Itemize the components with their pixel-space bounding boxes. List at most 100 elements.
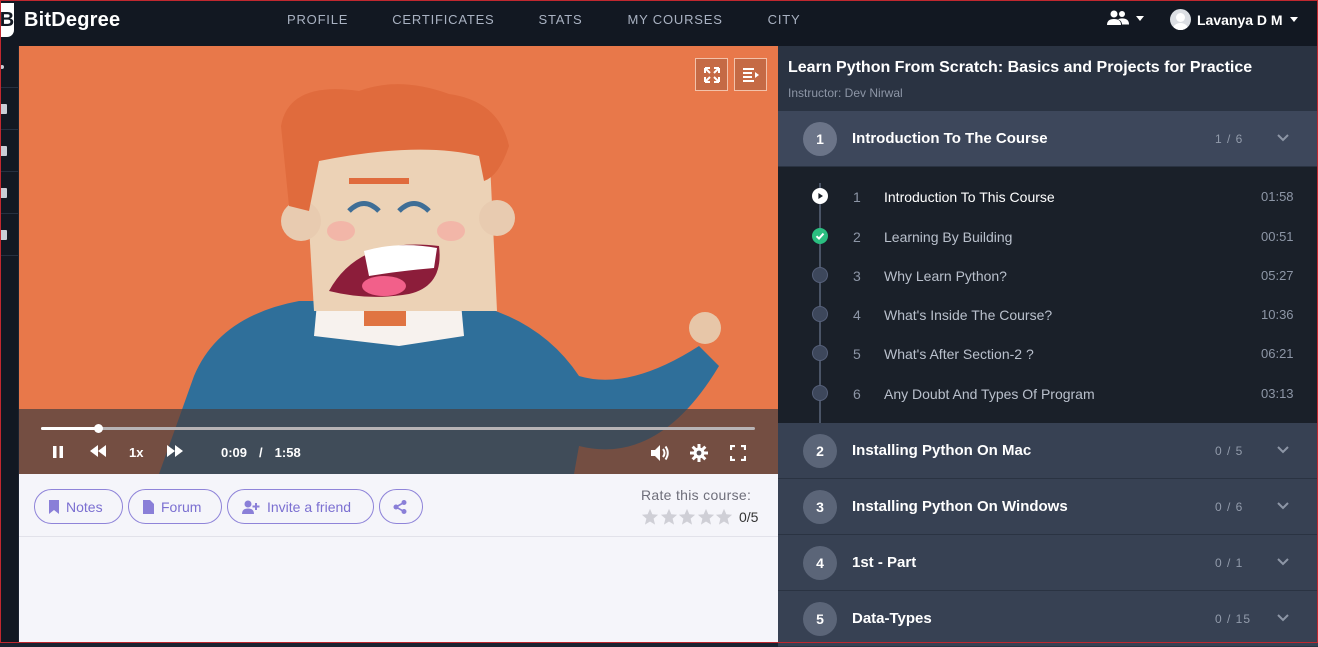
section-1[interactable]: 1 Introduction To The Course 1 / 6 — [778, 111, 1318, 167]
settings-button[interactable] — [690, 444, 708, 462]
rail-item-chat[interactable] — [0, 214, 18, 256]
invite-friend-button[interactable]: Invite a friend — [227, 489, 374, 524]
rate-label: Rate this course: — [641, 487, 752, 503]
forum-button[interactable]: Forum — [128, 489, 222, 524]
lesson-number: 6 — [853, 386, 861, 402]
rail-item-share[interactable] — [0, 172, 18, 214]
instructor: Instructor: Dev Nirwal — [788, 86, 903, 100]
friends-menu-button[interactable] — [1107, 10, 1144, 26]
current-time: 0:09 — [221, 445, 248, 460]
duration: 1:58 — [274, 445, 301, 460]
section-number: 4 — [803, 546, 837, 580]
section-number: 2 — [803, 434, 837, 468]
forward-button[interactable] — [167, 445, 183, 457]
time-display: 0:09 / 1:58 — [221, 445, 301, 460]
section-progress: 1 / 6 — [1215, 132, 1244, 146]
lesson-number: 4 — [853, 307, 861, 323]
lesson-item[interactable]: 4 What's Inside The Course? 10:36 — [778, 295, 1318, 334]
chevron-down-icon — [1289, 17, 1298, 22]
lesson-item[interactable]: 1 Introduction To This Course 01:58 — [778, 177, 1318, 216]
lesson-item[interactable]: 3 Why Learn Python? 05:27 — [778, 256, 1318, 295]
chevron-down-icon[interactable] — [1276, 555, 1290, 569]
course-title: Learn Python From Scratch: Basics and Pr… — [788, 59, 1253, 76]
lesson-number: 2 — [853, 229, 861, 245]
section-4[interactable]: 4 1st - Part 0 / 1 — [778, 535, 1318, 591]
nav-city[interactable]: CITY — [768, 12, 801, 27]
play-icon — [812, 188, 828, 204]
brand-name: BitDegree — [24, 8, 121, 31]
lesson-duration: 03:13 — [1261, 386, 1294, 401]
progress-bar[interactable] — [41, 424, 755, 433]
star-icon[interactable] — [715, 508, 733, 526]
chevron-down-icon[interactable] — [1276, 443, 1290, 457]
volume-button[interactable] — [650, 444, 670, 462]
lesson-duration: 00:51 — [1261, 229, 1294, 244]
user-menu[interactable]: Lavanya D M — [1170, 9, 1298, 30]
section-2[interactable]: 2 Installing Python On Mac 0 / 5 — [778, 423, 1318, 479]
status-dot-icon — [812, 267, 828, 283]
status-dot-icon — [812, 345, 828, 361]
rail-item-book[interactable] — [0, 88, 18, 130]
fast-forward-icon — [167, 445, 183, 457]
lesson-title: Why Learn Python? — [884, 268, 1007, 284]
lesson-title: Any Doubt And Types Of Program — [884, 386, 1095, 402]
chevron-down-icon[interactable] — [1276, 611, 1290, 625]
chevron-down-icon[interactable] — [1276, 499, 1290, 513]
chevron-down-icon[interactable] — [1276, 131, 1290, 145]
lesson-duration: 10:36 — [1261, 307, 1294, 322]
course-actions-bar: Notes Forum Invite a friend Rate this co… — [19, 474, 778, 643]
notes-button[interactable]: Notes — [34, 489, 123, 524]
nav-certificates[interactable]: CERTIFICATES — [392, 12, 494, 27]
invite-label: Invite a friend — [267, 498, 352, 515]
lesson-item[interactable]: 5 What's After Section-2 ? 06:21 — [778, 334, 1318, 373]
lesson-title: What's Inside The Course? — [884, 307, 1053, 323]
share-icon — [393, 499, 407, 514]
speed-button[interactable]: 1x — [129, 445, 143, 460]
section-title: Installing Python On Mac — [852, 442, 1032, 459]
star-rating[interactable]: 0/5 — [641, 508, 758, 526]
lesson-duration: 01:58 — [1261, 189, 1294, 204]
section-progress: 0 / 1 — [1215, 556, 1244, 570]
award-icon — [0, 145, 7, 156]
rail-item-award[interactable] — [0, 130, 18, 172]
star-icon[interactable] — [678, 508, 696, 526]
star-icon[interactable] — [641, 508, 659, 526]
star-icon[interactable] — [697, 508, 715, 526]
lesson-duration: 05:27 — [1261, 268, 1294, 283]
progress-handle[interactable] — [94, 424, 104, 433]
time-separator: / — [259, 445, 263, 460]
logo-shield-icon: B — [0, 3, 14, 37]
share-button[interactable] — [379, 489, 423, 524]
section-title: Introduction To The Course — [852, 130, 1048, 147]
left-rail — [0, 46, 18, 643]
lesson-item[interactable]: 2 Learning By Building 00:51 — [778, 217, 1318, 256]
lesson-item[interactable]: 6 Any Doubt And Types Of Program 03:13 — [778, 374, 1318, 413]
pause-button[interactable] — [51, 445, 65, 459]
avatar — [1170, 9, 1191, 30]
add-user-icon — [242, 500, 260, 514]
rail-item-collapse[interactable] — [0, 46, 18, 88]
toggle-playlist-button[interactable] — [734, 58, 767, 91]
lesson-list: 1 Introduction To This Course 01:58 2 Le… — [778, 167, 1318, 423]
section-title: Installing Python On Windows — [852, 498, 1068, 515]
divider — [19, 536, 778, 537]
section-number: 1 — [803, 122, 837, 156]
status-dot-icon — [812, 385, 828, 401]
fullscreen-button[interactable] — [730, 445, 746, 461]
star-icon[interactable] — [660, 508, 678, 526]
logo[interactable]: B BitDegree — [0, 2, 120, 38]
section-5[interactable]: 5 Data-Types 0 / 15 — [778, 591, 1318, 647]
video-player[interactable]: 1x 0:09 / 1:58 — [19, 46, 778, 474]
gear-icon — [690, 444, 708, 462]
rewind-button[interactable] — [90, 445, 106, 457]
nav-profile[interactable]: PROFILE — [287, 12, 348, 27]
nav-stats[interactable]: STATS — [539, 12, 583, 27]
lesson-title: Introduction To This Course — [884, 189, 1055, 205]
fullscreen-expand-button[interactable] — [695, 58, 728, 91]
chevron-down-icon — [1136, 15, 1144, 21]
section-3[interactable]: 3 Installing Python On Windows 0 / 6 — [778, 479, 1318, 535]
lesson-title: What's After Section-2 ? — [884, 346, 1034, 362]
nav-my-courses[interactable]: MY COURSES — [628, 12, 723, 27]
lesson-number: 5 — [853, 346, 861, 362]
progress-fill — [41, 427, 99, 430]
